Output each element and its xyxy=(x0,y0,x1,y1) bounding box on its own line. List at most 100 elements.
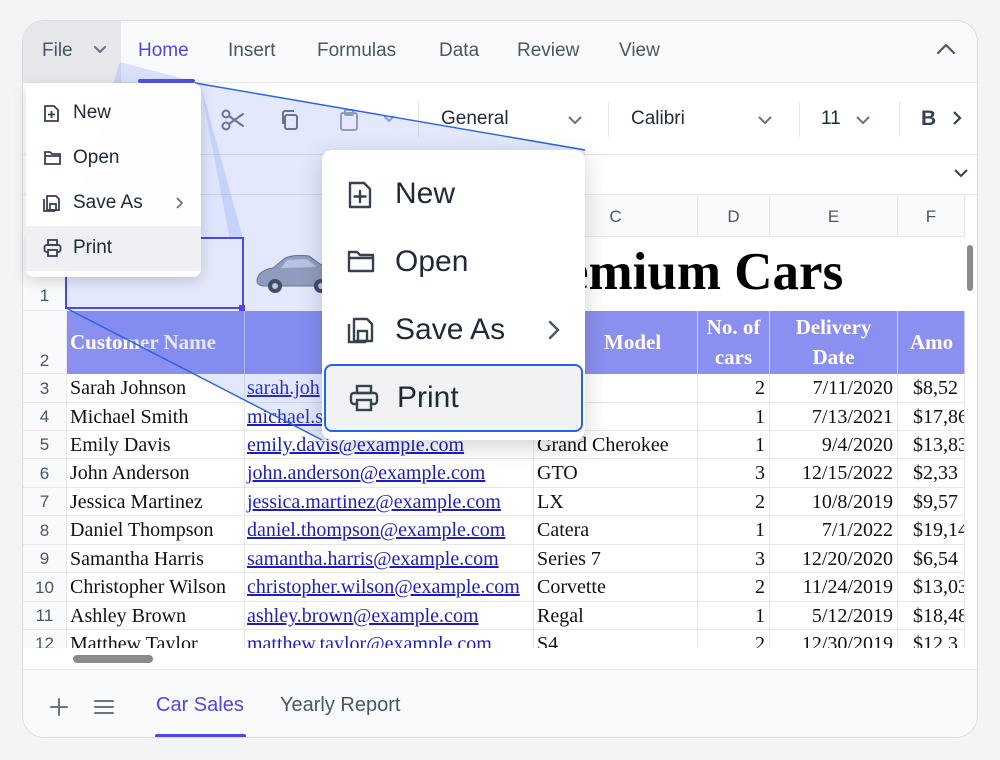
header-customer-name[interactable]: Customer Name xyxy=(67,311,245,374)
column-header-e[interactable]: E xyxy=(770,196,898,237)
cell-no-of-cars[interactable]: 1 xyxy=(698,431,770,459)
cell-no-of-cars[interactable]: 1 xyxy=(698,516,770,545)
tab-data[interactable]: Data xyxy=(439,40,479,62)
cell-no-of-cars[interactable]: 2 xyxy=(698,488,770,516)
cell-model[interactable]: Series 7 xyxy=(534,545,698,573)
vertical-scrollbar[interactable] xyxy=(967,245,973,291)
sheet-title[interactable]: emium Cars xyxy=(565,242,965,308)
sheet-list-menu-icon[interactable] xyxy=(94,699,114,715)
cut-icon[interactable] xyxy=(221,109,245,131)
file-menu-open[interactable]: Open xyxy=(26,136,201,181)
row-header-4[interactable]: 4 xyxy=(23,403,67,431)
chevron-up-icon[interactable] xyxy=(935,42,957,56)
row-header-8[interactable]: 8 xyxy=(23,516,67,545)
toolbar-scroll-right-icon[interactable] xyxy=(952,110,962,126)
cell-customer-name[interactable]: Michael Smith xyxy=(67,403,245,431)
cell-delivery-date[interactable]: 7/1/2022 xyxy=(770,516,898,545)
cell-amount[interactable]: $19,14 xyxy=(898,516,965,545)
cell-customer-name[interactable]: Jessica Martinez xyxy=(67,488,245,516)
cell-model[interactable]: GTO xyxy=(534,459,698,488)
cell-email[interactable]: daniel.thompson@example.com xyxy=(245,516,534,545)
cell-no-of-cars[interactable]: 3 xyxy=(698,545,770,573)
header-no-of-cars[interactable]: No. of cars xyxy=(698,311,770,374)
cell-email[interactable]: ashley.brown@example.com xyxy=(245,602,534,630)
cell-amount[interactable]: $9,57 xyxy=(898,488,965,516)
cell-customer-name[interactable]: Daniel Thompson xyxy=(67,516,245,545)
copy-icon[interactable] xyxy=(279,109,301,131)
header-amount[interactable]: Amo xyxy=(898,311,965,374)
number-format-chevron-icon[interactable] xyxy=(568,116,582,125)
cell-model[interactable]: Corvette xyxy=(534,573,698,602)
cell-no-of-cars[interactable]: 2 xyxy=(698,573,770,602)
tab-formulas[interactable]: Formulas xyxy=(317,40,396,62)
file-menu-print[interactable]: Print xyxy=(26,226,201,271)
row-header-10[interactable]: 10 xyxy=(23,573,67,602)
cell-delivery-date[interactable]: 10/8/2019 xyxy=(770,488,898,516)
cell-delivery-date[interactable]: 5/12/2019 xyxy=(770,602,898,630)
cell-delivery-date[interactable]: 11/24/2019 xyxy=(770,573,898,602)
font-size-chevron-icon[interactable] xyxy=(856,116,870,125)
cell-email[interactable]: christopher.wilson@example.com xyxy=(245,573,534,602)
cell-delivery-date[interactable]: 9/4/2020 xyxy=(770,431,898,459)
column-header-f[interactable]: F xyxy=(898,196,965,237)
tab-view[interactable]: View xyxy=(619,40,660,62)
row-header-7[interactable]: 7 xyxy=(23,488,67,516)
number-format-dropdown[interactable]: General xyxy=(441,108,509,130)
cell-amount[interactable]: $18,48 xyxy=(898,602,965,630)
cell-email[interactable]: samantha.harris@example.com xyxy=(245,545,534,573)
cell-email[interactable]: john.anderson@example.com xyxy=(245,459,534,488)
header-delivery-date[interactable]: Delivery Date xyxy=(770,311,898,374)
cell-model[interactable]: LX xyxy=(534,488,698,516)
cell-delivery-date[interactable]: 12/20/2020 xyxy=(770,545,898,573)
cell-amount[interactable]: $17,86 xyxy=(898,403,965,431)
cell-no-of-cars[interactable]: 2 xyxy=(698,374,770,403)
cell-model[interactable]: Catera xyxy=(534,516,698,545)
row-header-2[interactable]: 2 xyxy=(23,311,67,374)
zoomed-menu-save-as[interactable]: Save As xyxy=(322,296,585,364)
add-sheet-icon[interactable] xyxy=(49,697,69,717)
bold-button[interactable]: B xyxy=(921,107,936,131)
cell-no-of-cars[interactable]: 1 xyxy=(698,602,770,630)
cell-no-of-cars[interactable]: 3 xyxy=(698,459,770,488)
cell-delivery-date[interactable]: 7/11/2020 xyxy=(770,374,898,403)
cell-customer-name[interactable]: Ashley Brown xyxy=(67,602,245,630)
row-header-3[interactable]: 3 xyxy=(23,374,67,403)
row-header-5[interactable]: 5 xyxy=(23,431,67,459)
cell-email[interactable]: jessica.martinez@example.com xyxy=(245,488,534,516)
cell-customer-name[interactable]: Emily Davis xyxy=(67,431,245,459)
sheet-tab-car-sales[interactable]: Car Sales xyxy=(156,694,244,717)
row-header-6[interactable]: 6 xyxy=(23,459,67,488)
tab-review[interactable]: Review xyxy=(517,40,579,62)
sheet-tab-yearly-report[interactable]: Yearly Report xyxy=(280,694,400,717)
zoomed-menu-open[interactable]: Open xyxy=(322,228,585,296)
zoomed-menu-print[interactable]: Print xyxy=(324,364,583,432)
cell-delivery-date[interactable]: 12/15/2022 xyxy=(770,459,898,488)
cell-no-of-cars[interactable]: 2 xyxy=(698,630,770,648)
row-header-12[interactable]: 12 xyxy=(23,630,67,648)
file-menu-button[interactable]: File xyxy=(23,21,121,83)
cell-delivery-date[interactable]: 7/13/2021 xyxy=(770,403,898,431)
cell-delivery-date[interactable]: 12/30/2019 xyxy=(770,630,898,648)
font-size-dropdown[interactable]: 11 xyxy=(821,108,841,130)
expand-formula-bar-chevron-icon[interactable] xyxy=(953,168,969,178)
file-menu-new[interactable]: New xyxy=(26,91,201,136)
row-header-11[interactable]: 11 xyxy=(23,602,67,630)
column-header-d[interactable]: D xyxy=(698,196,770,237)
file-menu-save-as[interactable]: Save As xyxy=(26,181,201,226)
font-family-chevron-icon[interactable] xyxy=(758,116,772,125)
horizontal-scrollbar[interactable] xyxy=(73,655,153,663)
paste-icon[interactable] xyxy=(339,109,359,131)
cell-customer-name[interactable]: Sarah Johnson xyxy=(67,374,245,403)
cell-customer-name[interactable]: John Anderson xyxy=(67,459,245,488)
cell-amount[interactable]: $12,3 xyxy=(898,630,965,648)
cell-model[interactable]: Regal xyxy=(534,602,698,630)
cell-amount[interactable]: $13,83 xyxy=(898,431,965,459)
cell-no-of-cars[interactable]: 1 xyxy=(698,403,770,431)
cell-model[interactable]: S4 xyxy=(534,630,698,648)
cell-amount[interactable]: $6,54 xyxy=(898,545,965,573)
tab-home[interactable]: Home xyxy=(138,40,189,62)
cell-amount[interactable]: $8,52 xyxy=(898,374,965,403)
font-family-dropdown[interactable]: Calibri xyxy=(631,108,685,130)
cell-amount[interactable]: $2,33 xyxy=(898,459,965,488)
cell-customer-name[interactable]: Matthew Taylor xyxy=(67,630,245,648)
